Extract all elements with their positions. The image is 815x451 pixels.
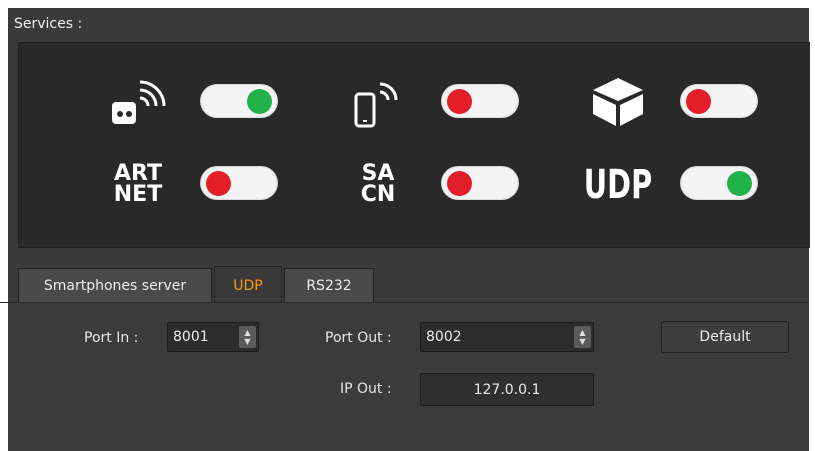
artnet-icon-line2: NET bbox=[113, 182, 163, 207]
toggle-knob bbox=[727, 171, 752, 196]
tab-bar: Smartphones server UDP RS232 bbox=[8, 263, 809, 304]
toggle-knob bbox=[247, 89, 272, 114]
artnet-icon: ART NET bbox=[108, 160, 168, 210]
services-panel bbox=[18, 42, 810, 248]
box-toggle[interactable] bbox=[680, 84, 758, 118]
smartphone-toggle[interactable] bbox=[441, 84, 519, 118]
udp-icon-text: UDP bbox=[583, 162, 653, 208]
remote-wifi-icon bbox=[110, 80, 170, 130]
cube-icon bbox=[589, 76, 647, 128]
spin-down-icon[interactable]: ▼ bbox=[579, 337, 585, 346]
artnet-toggle[interactable] bbox=[200, 166, 278, 200]
udp-toggle[interactable] bbox=[680, 166, 758, 200]
spin-up-icon[interactable]: ▲ bbox=[579, 328, 585, 337]
port-out-spinbox[interactable]: 8002 ▲ ▼ bbox=[420, 322, 594, 352]
udp-icon: UDP bbox=[584, 158, 652, 212]
remote-toggle[interactable] bbox=[200, 84, 278, 118]
tab-udp[interactable]: UDP bbox=[214, 266, 282, 304]
spin-down-icon[interactable]: ▼ bbox=[244, 337, 250, 346]
port-in-value: 8001 bbox=[173, 329, 209, 345]
ip-out-field[interactable]: 127.0.0.1 bbox=[420, 373, 594, 406]
phone-wifi-icon bbox=[352, 78, 412, 130]
sacn-icon-line2: CN bbox=[360, 182, 396, 207]
port-out-label: Port Out : bbox=[325, 330, 392, 346]
services-title: Services : bbox=[14, 16, 83, 32]
tab-rs232[interactable]: RS232 bbox=[284, 268, 374, 302]
toggle-knob bbox=[686, 89, 711, 114]
toggle-knob bbox=[447, 89, 472, 114]
sacn-toggle[interactable] bbox=[441, 166, 519, 200]
port-out-stepper[interactable]: ▲ ▼ bbox=[574, 326, 591, 348]
port-in-label: Port In : bbox=[84, 330, 139, 346]
port-in-spinbox[interactable]: 8001 ▲ ▼ bbox=[167, 322, 259, 352]
toggle-knob bbox=[447, 171, 472, 196]
default-button[interactable]: Default bbox=[661, 321, 789, 353]
spin-up-icon[interactable]: ▲ bbox=[244, 328, 250, 337]
port-out-value: 8002 bbox=[426, 329, 462, 345]
sacn-icon: SA CN bbox=[348, 160, 408, 210]
ip-out-label: IP Out : bbox=[340, 381, 392, 397]
tab-smartphones-server[interactable]: Smartphones server bbox=[18, 268, 212, 302]
port-in-stepper[interactable]: ▲ ▼ bbox=[239, 326, 256, 348]
toggle-knob bbox=[206, 171, 231, 196]
